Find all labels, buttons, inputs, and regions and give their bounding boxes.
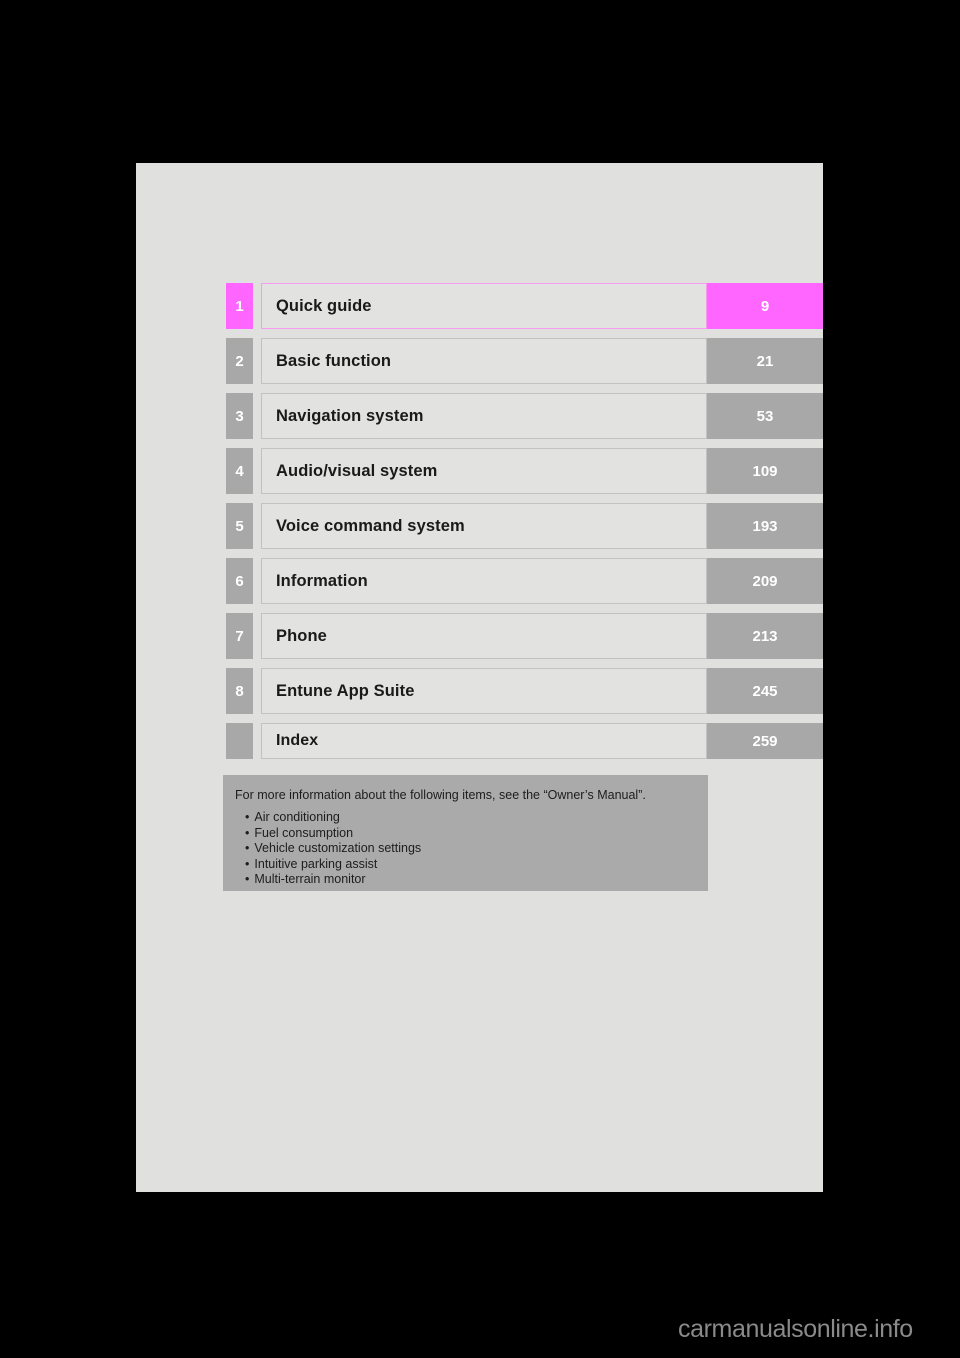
chapter-title[interactable]: Audio/visual system: [261, 448, 707, 494]
manual-page-sheet: 1 Quick guide 9 2 Basic function 21 3 Navigatio…: [136, 163, 823, 1192]
chapter-number-badge: 6: [226, 558, 253, 604]
notice-item: Fuel consumption: [245, 826, 694, 842]
chapter-title[interactable]: Index: [261, 723, 707, 759]
table-of-contents-row[interactable]: 1 Quick guide 9: [226, 283, 823, 329]
chapter-title[interactable]: Quick guide: [261, 283, 707, 329]
chapter-number-badge: 8: [226, 668, 253, 714]
chapter-number-badge: 2: [226, 338, 253, 384]
table-of-contents-row[interactable]: 8 Entune App Suite 245: [226, 668, 823, 714]
table-of-contents-row[interactable]: 4 Audio/visual system 109: [226, 448, 823, 494]
chapter-page-number[interactable]: 209: [707, 558, 823, 604]
chapter-title[interactable]: Voice command system: [261, 503, 707, 549]
chapter-title[interactable]: Basic function: [261, 338, 707, 384]
notice-item: Multi-terrain monitor: [245, 872, 694, 888]
table-of-contents-row[interactable]: 7 Phone 213: [226, 613, 823, 659]
table-of-contents-row[interactable]: 5 Voice command system 193: [226, 503, 823, 549]
chapter-page-number[interactable]: 21: [707, 338, 823, 384]
table-of-contents-row[interactable]: 2 Basic function 21: [226, 338, 823, 384]
chapter-page-number[interactable]: 9: [707, 283, 823, 329]
notice-item: Vehicle customization settings: [245, 841, 694, 857]
chapter-page-number[interactable]: 193: [707, 503, 823, 549]
chapter-title[interactable]: Entune App Suite: [261, 668, 707, 714]
chapter-number-badge: 5: [226, 503, 253, 549]
chapter-number-badge: 4: [226, 448, 253, 494]
table-of-contents-row[interactable]: Index 259: [226, 723, 823, 759]
chapter-page-number[interactable]: 213: [707, 613, 823, 659]
chapter-title[interactable]: Information: [261, 558, 707, 604]
chapter-title[interactable]: Navigation system: [261, 393, 707, 439]
chapter-title[interactable]: Phone: [261, 613, 707, 659]
notice-item-list: Air conditioningFuel consumptionVehicle …: [235, 810, 694, 888]
chapter-page-number[interactable]: 53: [707, 393, 823, 439]
table-of-contents-row[interactable]: 3 Navigation system 53: [226, 393, 823, 439]
site-watermark: carmanualsonline.info: [678, 1315, 913, 1343]
notice-box: For more information about the following…: [223, 775, 708, 891]
table-of-contents-row[interactable]: 6 Information 209: [226, 558, 823, 604]
notice-item: Intuitive parking assist: [245, 857, 694, 873]
table-of-contents: 1 Quick guide 9 2 Basic function 21 3 Navigatio…: [226, 283, 823, 759]
chapter-page-number[interactable]: 245: [707, 668, 823, 714]
chapter-page-number[interactable]: 259: [707, 723, 823, 759]
notice-item: Air conditioning: [245, 810, 694, 826]
chapter-number-badge: 1: [226, 283, 253, 329]
chapter-number-badge: 3: [226, 393, 253, 439]
chapter-number-badge: [226, 723, 253, 759]
notice-heading: For more information about the following…: [235, 788, 646, 802]
chapter-page-number[interactable]: 109: [707, 448, 823, 494]
chapter-number-badge: 7: [226, 613, 253, 659]
